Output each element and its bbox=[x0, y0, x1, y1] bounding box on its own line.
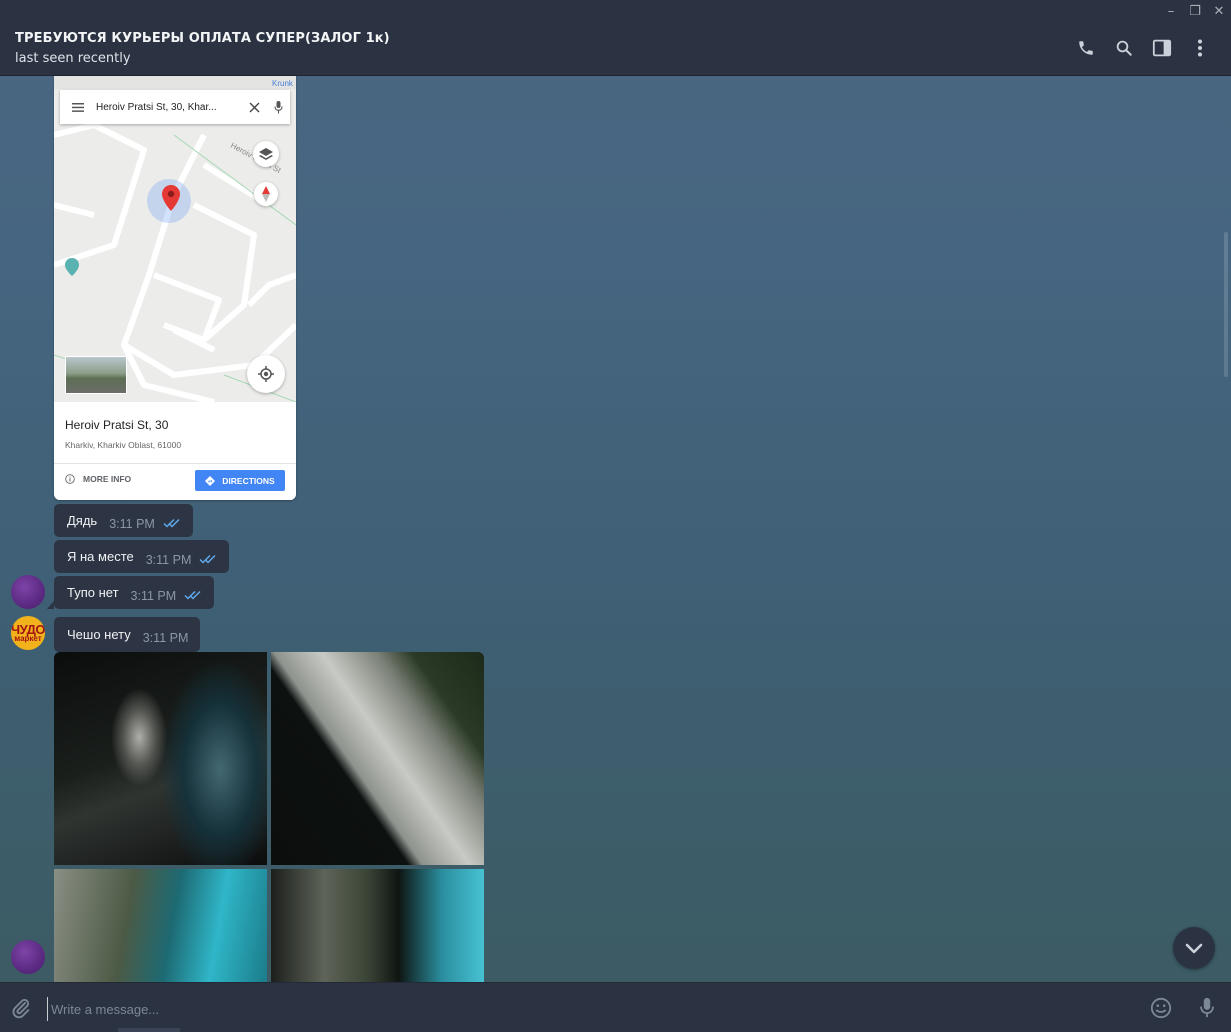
phone-icon[interactable] bbox=[1067, 36, 1105, 60]
message-time: 3:11 PM bbox=[130, 588, 177, 603]
svg-text:Krunk: Krunk bbox=[272, 79, 294, 88]
emoji-icon[interactable] bbox=[1148, 995, 1174, 1021]
sidebar-toggle-icon[interactable] bbox=[1143, 36, 1181, 60]
message-text: Чешо нету bbox=[67, 627, 131, 642]
voice-search-icon[interactable] bbox=[266, 100, 290, 114]
hamburger-menu-icon[interactable] bbox=[60, 102, 96, 112]
chat-title[interactable]: ТРЕБУЮТСЯ КУРЬЕРЫ ОПЛАТА СУПЕР(ЗАЛОГ 1к) bbox=[15, 31, 390, 46]
minimize-button[interactable]: – bbox=[1159, 0, 1183, 22]
map-screenshot-message[interactable]: Heroiv Pratsi St Krunk Heroiv Pratsi St,… bbox=[54, 76, 296, 500]
chat-header: ТРЕБУЮТСЯ КУРЬЕРЫ ОПЛАТА СУПЕР(ЗАЛОГ 1к)… bbox=[0, 0, 1231, 76]
message-time: 3:11 PM bbox=[142, 630, 189, 645]
message-time: 3:11 PM bbox=[145, 552, 192, 567]
photo-thumbnail[interactable] bbox=[54, 869, 267, 982]
scrollbar[interactable] bbox=[1224, 232, 1228, 377]
directions-icon bbox=[205, 475, 216, 486]
photo-thumbnail[interactable] bbox=[54, 652, 267, 865]
message-text: Тупо нет bbox=[67, 585, 119, 600]
attach-icon[interactable] bbox=[8, 995, 34, 1021]
map-roads: Heroiv Pratsi St Krunk bbox=[54, 76, 296, 405]
avatar[interactable] bbox=[11, 575, 45, 609]
info-icon bbox=[65, 474, 75, 484]
message-bubble[interactable]: Чешо нету 3:11 PM bbox=[54, 617, 201, 652]
more-info-button[interactable]: MORE INFO bbox=[65, 474, 131, 484]
message-bubble[interactable]: Я на месте 3:11 PM bbox=[54, 540, 230, 573]
avatar-logo-line2: маркет bbox=[14, 634, 42, 643]
window-controls: – ❐ ✕ bbox=[1159, 0, 1231, 22]
message-text: Я на месте bbox=[67, 549, 134, 564]
microphone-icon[interactable] bbox=[1194, 995, 1220, 1021]
photo-thumbnail[interactable] bbox=[271, 869, 484, 982]
maximize-button[interactable]: ❐ bbox=[1183, 0, 1207, 22]
scroll-to-bottom-button[interactable] bbox=[1173, 927, 1215, 969]
directions-button[interactable]: DIRECTIONS bbox=[195, 470, 285, 491]
message-bubble[interactable]: Дядь 3:11 PM bbox=[54, 504, 193, 537]
taskbar-indicator bbox=[118, 1028, 180, 1032]
my-location-icon[interactable] bbox=[247, 355, 285, 393]
street-view-thumbnail[interactable] bbox=[65, 356, 127, 394]
avatar[interactable]: ЧУДО маркет bbox=[11, 616, 45, 650]
compass-icon[interactable] bbox=[254, 182, 278, 206]
map-canvas: Heroiv Pratsi St Krunk Heroiv Pratsi St,… bbox=[54, 76, 296, 405]
avatar[interactable] bbox=[11, 940, 45, 974]
more-info-label: MORE INFO bbox=[83, 474, 132, 484]
place-info-panel: Heroiv Pratsi St, 30 Kharkiv, Kharkiv Ob… bbox=[54, 402, 296, 500]
message-composer bbox=[0, 982, 1231, 1032]
divider bbox=[54, 463, 296, 464]
message-text: Дядь bbox=[67, 513, 98, 528]
read-ticks-icon bbox=[199, 552, 217, 567]
map-search-query: Heroiv Pratsi St, 30, Khar... bbox=[96, 101, 217, 113]
search-icon[interactable] bbox=[1105, 36, 1143, 60]
close-button[interactable]: ✕ bbox=[1207, 0, 1231, 22]
clear-search-icon[interactable] bbox=[242, 102, 266, 113]
header-actions bbox=[1067, 36, 1219, 60]
read-ticks-icon bbox=[184, 588, 202, 603]
read-ticks-icon bbox=[163, 516, 181, 531]
map-search-bar[interactable]: Heroiv Pratsi St, 30, Khar... bbox=[60, 90, 290, 124]
message-input[interactable] bbox=[47, 997, 1133, 1021]
chevron-down-icon bbox=[1185, 943, 1203, 953]
place-name: Heroiv Pratsi St, 30 bbox=[65, 418, 169, 432]
chat-status: last seen recently bbox=[15, 51, 131, 66]
photo-thumbnail[interactable] bbox=[271, 652, 484, 865]
message-time: 3:11 PM bbox=[109, 516, 155, 531]
place-address: Kharkiv, Kharkiv Oblast, 61000 bbox=[65, 440, 182, 450]
message-bubble[interactable]: Тупо нет 3:11 PM bbox=[46, 576, 215, 609]
directions-label: DIRECTIONS bbox=[222, 475, 275, 486]
layers-icon[interactable] bbox=[253, 141, 279, 167]
more-vert-icon[interactable] bbox=[1181, 36, 1219, 60]
message-list[interactable]: Heroiv Pratsi St Krunk Heroiv Pratsi St,… bbox=[0, 76, 1231, 982]
